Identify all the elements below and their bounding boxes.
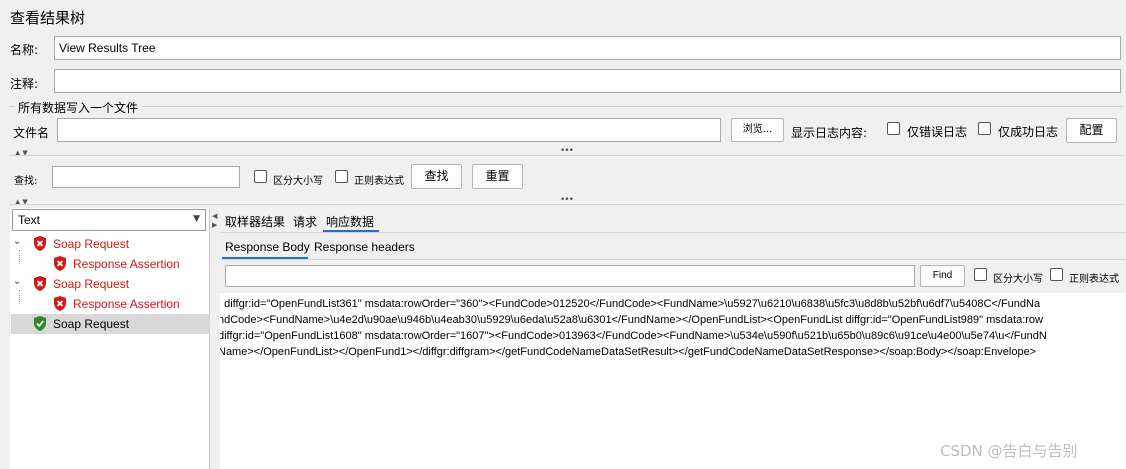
search-label: 查找: <box>14 176 38 187</box>
errors-only-checkbox[interactable] <box>887 122 900 135</box>
comment-label: 注释: <box>10 77 39 91</box>
tree-guide-line <box>19 290 20 304</box>
file-group-border <box>9 106 1123 107</box>
success-only-label: 仅成功日志 <box>998 125 1059 139</box>
tree-item-label: Soap Request <box>53 317 130 331</box>
response-case-checkbox[interactable] <box>974 268 987 281</box>
tree-item-label: Response Assertion <box>73 297 180 311</box>
tab-response-body[interactable]: Response Body <box>225 240 310 254</box>
tab-request[interactable]: 请求 <box>293 213 317 230</box>
search-input[interactable] <box>52 166 240 188</box>
find-button[interactable]: 查找 <box>411 164 462 189</box>
response-regex-checkbox[interactable] <box>1050 268 1063 281</box>
filename-label: 文件名 <box>13 126 50 140</box>
search-regex-label: 正则表达式 <box>354 176 404 187</box>
tree-item[interactable]: Response Assertion <box>11 250 210 274</box>
subtab-divider <box>220 259 1126 260</box>
response-find-button[interactable]: Find <box>920 265 965 287</box>
search-case-label: 区分大小写 <box>273 176 323 187</box>
search-regex-checkbox[interactable] <box>335 170 348 183</box>
log-content-label: 显示日志内容: <box>791 126 868 140</box>
tree-item-label: Soap Request <box>53 237 130 251</box>
file-group-title: 所有数据写入一个文件 <box>15 99 142 116</box>
error-shield-icon <box>34 236 46 251</box>
response-body-line: Name></OpenFundList></OpenFund1></diffgr… <box>220 346 1037 358</box>
watermark: CSDN @告白与告别 <box>940 442 1078 460</box>
response-body-line: diffgr:id="OpenFundList1608" msdata:rowO… <box>220 330 1047 342</box>
splitter-line <box>9 204 1123 205</box>
chevron-down-icon[interactable]: ⌄ <box>13 236 21 247</box>
configure-button[interactable]: 配置 <box>1066 118 1117 143</box>
response-body-line: : diffgr:id="OpenFundList361" msdata:row… <box>220 298 1041 310</box>
filename-input[interactable] <box>57 118 721 142</box>
response-search-input[interactable] <box>225 265 915 287</box>
browse-button[interactable]: 浏览... <box>731 118 784 142</box>
chevron-down-icon: ▼ <box>193 214 200 224</box>
error-shield-icon <box>34 276 46 291</box>
tab-response-headers[interactable]: Response headers <box>314 240 415 254</box>
response-regex-label: 正则表达式 <box>1069 274 1119 285</box>
name-label: 名称: <box>10 43 39 57</box>
collapse-arrows-icon[interactable]: ◀ ▶ <box>212 212 217 230</box>
tree-item-label: Soap Request <box>53 277 130 291</box>
success-shield-icon <box>34 316 46 331</box>
errors-only-label: 仅错误日志 <box>907 125 968 139</box>
tree-item[interactable]: ⌄ Soap Request <box>11 274 210 294</box>
name-input[interactable]: View Results Tree <box>54 36 1121 60</box>
tree-item-selected[interactable]: Soap Request <box>11 314 210 334</box>
tab-divider <box>220 232 1126 233</box>
search-case-checkbox[interactable] <box>254 170 267 183</box>
response-case-label: 区分大小写 <box>993 274 1043 285</box>
tree-item[interactable]: ⌄ Soap Request <box>11 234 210 254</box>
tree-item-label: Response Assertion <box>73 257 180 271</box>
error-shield-icon <box>54 296 66 311</box>
tree-guide-line <box>19 250 20 264</box>
renderer-select-value: Text <box>18 213 41 227</box>
page-title: 查看结果树 <box>10 9 86 27</box>
chevron-down-icon[interactable]: ⌄ <box>13 276 21 287</box>
tab-sampler-result[interactable]: 取样器结果 <box>225 213 285 230</box>
tree-item[interactable]: Response Assertion <box>11 290 210 314</box>
splitter-line <box>9 155 1123 156</box>
response-body-line: ndCode><FundName>\u4e2d\u90ae\u946b\u4ea… <box>220 314 1043 326</box>
error-shield-icon <box>54 256 66 271</box>
success-only-checkbox[interactable] <box>978 122 991 135</box>
comment-input[interactable] <box>54 69 1121 93</box>
renderer-select[interactable]: Text ▼ <box>12 209 206 231</box>
tab-response-data[interactable]: 响应数据 <box>326 213 374 230</box>
reset-button[interactable]: 重置 <box>472 164 523 189</box>
